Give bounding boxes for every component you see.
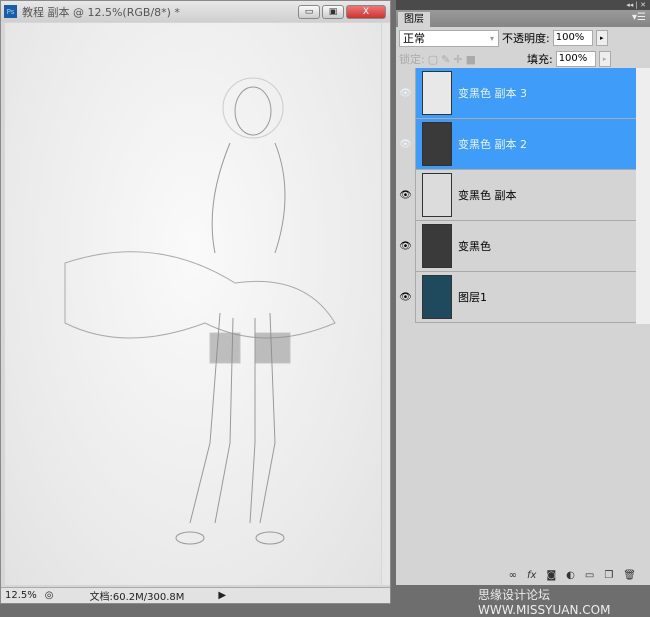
layer-name: 变黑色 副本 <box>458 189 517 202</box>
status-menu-icon[interactable]: ◎ <box>41 590 58 601</box>
close-button[interactable]: X <box>346 4 386 19</box>
status-bar: 12.5% ◎ 文档:60.2M/300.8M ▶ <box>1 587 390 603</box>
lock-pixels-icon[interactable]: ✎ <box>441 53 450 66</box>
lock-label: 锁定: <box>399 53 425 66</box>
visibility-eye-icon[interactable]: 👁 <box>396 118 416 170</box>
document-window: Ps 教程 副本 @ 12.5%(RGB/8*) * ▭ ▣ X 12.5% ◎… <box>0 0 391 604</box>
fill-label: 填充: <box>526 53 553 66</box>
layer-thumbnail <box>422 122 452 166</box>
layers-list: 👁 变黑色 副本 3 👁 变黑色 副本 2 👁 变黑色 副本 👁 变黑色 👁 图层1 <box>396 67 636 323</box>
new-layer-icon[interactable]: ❐ <box>604 570 613 581</box>
new-group-icon[interactable]: ▭ <box>585 570 594 581</box>
panel-toolbar: ∞ fx ◙ ◐ ▭ ❐ 🗑 <box>396 566 650 584</box>
layers-panel: ◂◂ | ✕ 图层 ▾☰ 正常 ▾ 不透明度: 100% ▸ 锁定: ▢ ✎ ✛ … <box>396 0 650 585</box>
link-layers-icon[interactable]: ∞ <box>509 570 517 581</box>
zoom-level[interactable]: 12.5% <box>1 590 41 601</box>
layer-row[interactable]: 👁 变黑色 <box>396 220 636 272</box>
layer-row[interactable]: 👁 变黑色 副本 3 <box>396 67 636 119</box>
title-bar[interactable]: Ps 教程 副本 @ 12.5%(RGB/8*) * ▭ ▣ X <box>1 1 390 22</box>
minimize-button[interactable]: ▭ <box>298 4 320 19</box>
opacity-label: 不透明度: <box>502 32 550 45</box>
layer-row[interactable]: 👁 变黑色 副本 <box>396 169 636 221</box>
delete-layer-icon[interactable]: 🗑 <box>623 570 636 581</box>
panel-collapse-icon[interactable]: ◂◂ | ✕ <box>396 0 650 10</box>
doc-size: 文档:60.2M/300.8M <box>89 592 185 603</box>
layer-name: 变黑色 <box>458 240 491 253</box>
status-arrow-icon[interactable]: ▶ <box>214 590 230 601</box>
lock-position-icon[interactable]: ✛ <box>453 53 462 66</box>
add-mask-icon[interactable]: ◙ <box>546 570 556 581</box>
layer-name: 变黑色 副本 3 <box>458 87 527 100</box>
opacity-input[interactable]: 100% <box>552 30 593 46</box>
lock-all-icon[interactable]: ■ <box>466 53 476 66</box>
adjustment-layer-icon[interactable]: ◐ <box>566 570 575 581</box>
layer-thumbnail <box>422 275 452 319</box>
layer-row[interactable]: 👁 变黑色 副本 2 <box>396 118 636 170</box>
fill-slider-button[interactable]: ▸ <box>598 51 611 67</box>
canvas[interactable] <box>5 23 381 585</box>
photoshop-icon: Ps <box>4 5 17 18</box>
visibility-eye-icon[interactable]: 👁 <box>396 67 416 119</box>
layer-thumbnail <box>422 173 452 217</box>
lock-transparency-icon[interactable]: ▢ <box>428 53 438 66</box>
layer-thumbnail <box>422 224 452 268</box>
watermark: 思缘设计论坛 WWW.MISSYUAN.COM <box>478 588 611 617</box>
layers-scrollbar[interactable] <box>636 68 650 324</box>
visibility-eye-icon[interactable]: 👁 <box>396 169 416 221</box>
tab-layers[interactable]: 图层 <box>398 12 430 27</box>
restore-button[interactable]: ▣ <box>322 4 344 19</box>
opacity-slider-button[interactable]: ▸ <box>595 30 608 46</box>
fx-icon[interactable]: fx <box>527 570 536 581</box>
sketch-image <box>64 77 336 545</box>
blend-mode-value: 正常 <box>403 31 425 45</box>
layer-row[interactable]: 👁 图层1 <box>396 271 636 323</box>
layer-name: 变黑色 副本 2 <box>458 138 527 151</box>
layer-thumbnail <box>422 71 452 115</box>
document-title: 教程 副本 @ 12.5%(RGB/8*) * <box>22 5 180 19</box>
visibility-eye-icon[interactable]: 👁 <box>396 271 416 323</box>
blend-mode-select[interactable]: 正常 ▾ <box>399 29 499 47</box>
fill-input[interactable]: 100% <box>555 51 596 67</box>
vertical-scrollbar[interactable] <box>382 23 390 585</box>
visibility-eye-icon[interactable]: 👁 <box>396 220 416 272</box>
panel-menu-icon[interactable]: ▾☰ <box>632 12 646 23</box>
layer-name: 图层1 <box>458 291 487 304</box>
